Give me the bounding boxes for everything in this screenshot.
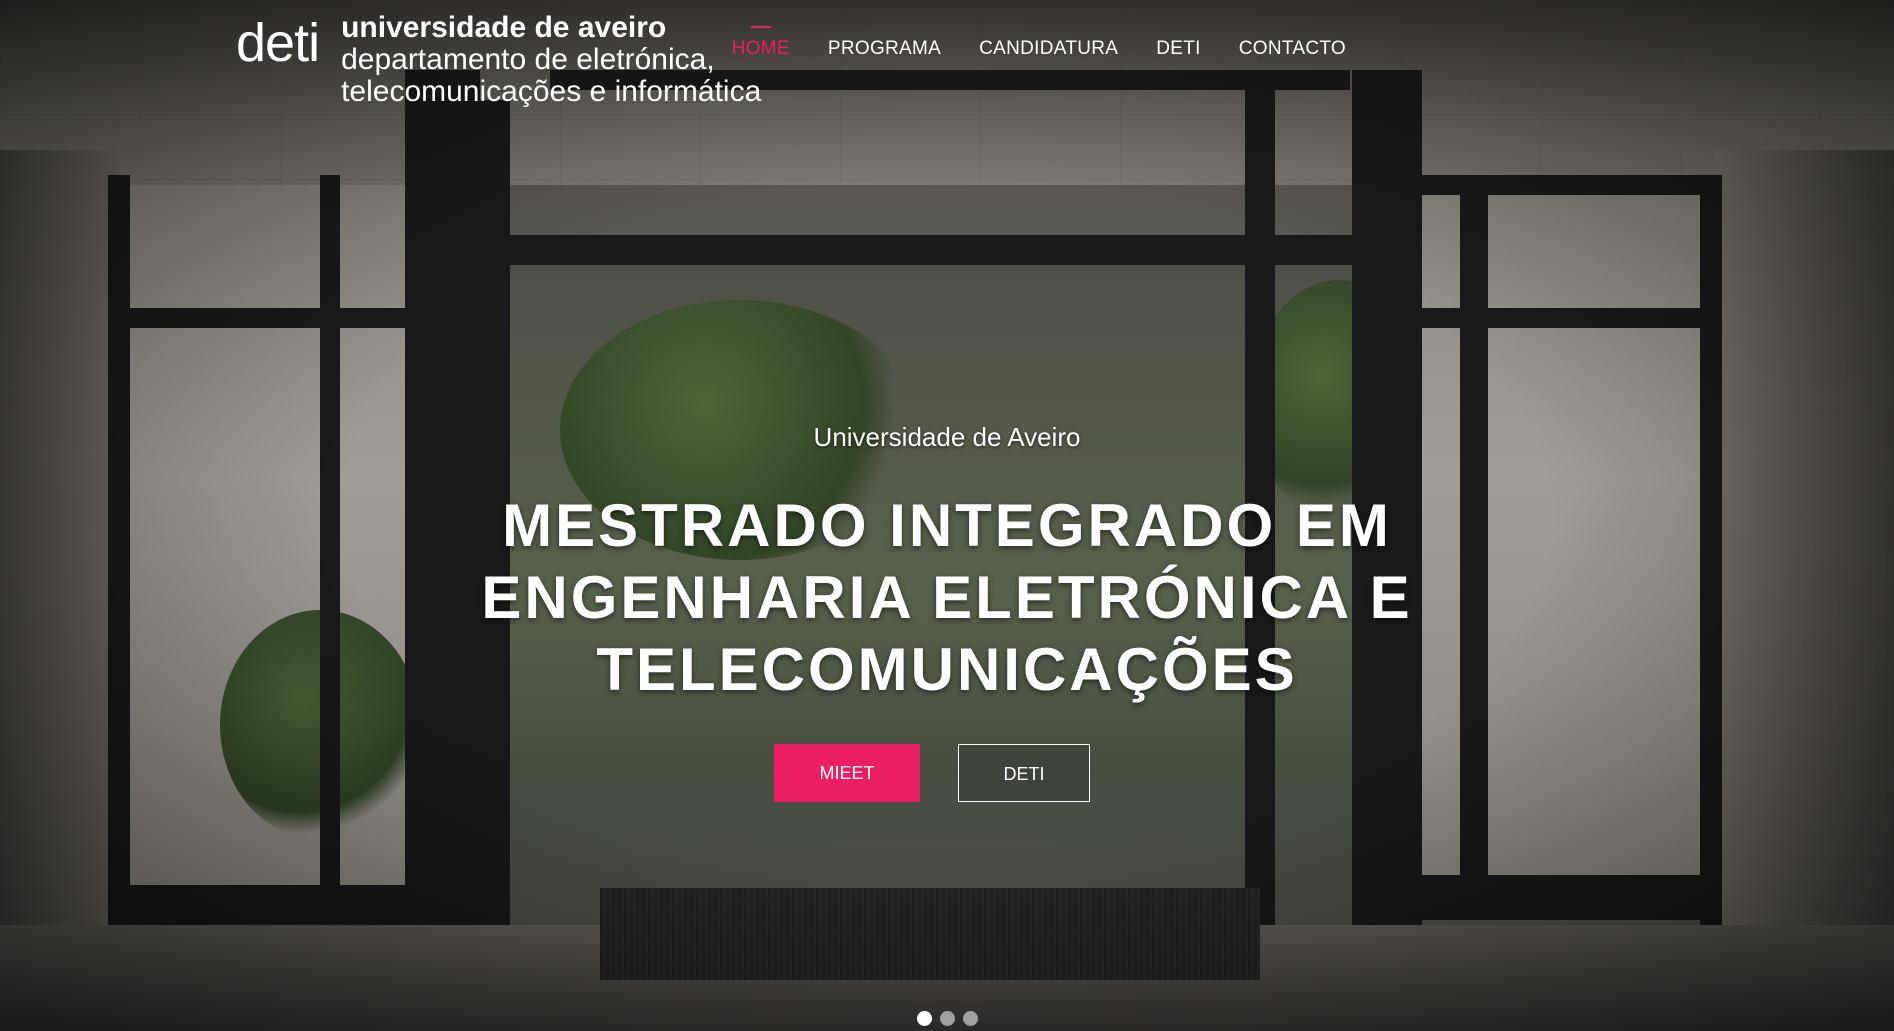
hero-content: Universidade de Aveiro MESTRADO INTEGRAD… bbox=[0, 0, 1894, 1031]
carousel-indicators bbox=[0, 1011, 1894, 1026]
hero-subtitle: Universidade de Aveiro bbox=[813, 422, 1081, 452]
carousel-dot-1[interactable] bbox=[916, 1011, 932, 1026]
hero-section: deti universidade de aveiro departamento… bbox=[0, 0, 1894, 1031]
mieet-button[interactable]: MIEET bbox=[774, 744, 920, 802]
carousel-dot-3[interactable] bbox=[962, 1011, 978, 1026]
deti-button[interactable]: DETI bbox=[958, 744, 1090, 802]
hero-title: MESTRADO INTEGRADO EM ENGENHARIA ELETRÓN… bbox=[481, 492, 1413, 703]
carousel-dot-2[interactable] bbox=[939, 1011, 955, 1026]
